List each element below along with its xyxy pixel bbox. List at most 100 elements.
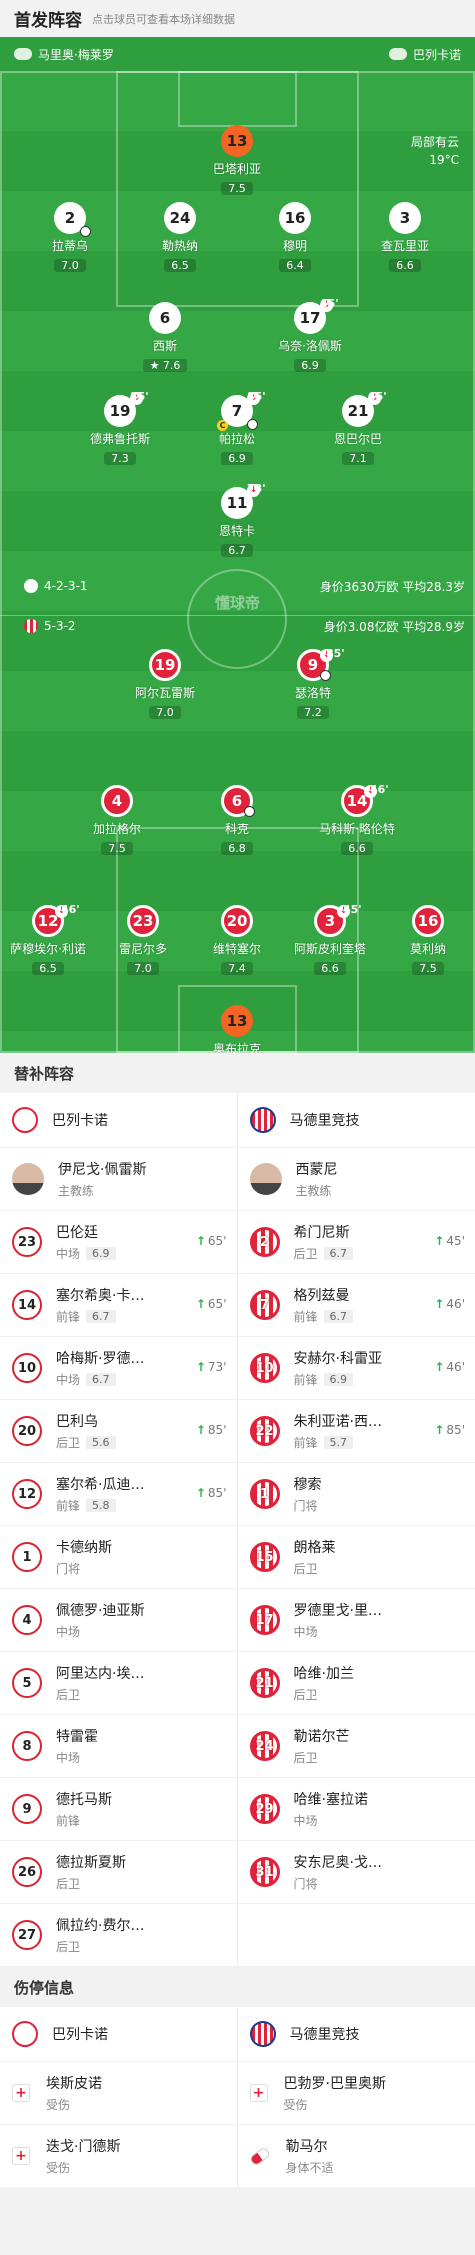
- injury-info: 埃斯皮诺 受伤: [46, 2073, 102, 2113]
- away-sub-position: 中场: [294, 1623, 382, 1640]
- away-player[interactable]: 3 ↓ 45' 阿斯皮利奎塔 6.6: [275, 903, 385, 976]
- sub-info: 佩拉约·费尔… 后卫: [56, 1915, 144, 1955]
- away-sub-row[interactable]: 7 格列兹曼 前锋 6.7 ↑ 46': [237, 1274, 475, 1337]
- home-player[interactable]: 7 ↓ 85' C 帕拉松 6.9: [182, 390, 292, 466]
- away-player[interactable]: 6 科克 6.8: [182, 785, 292, 856]
- injury-grid: 巴列卡诺 马德里竞技 + 埃斯皮诺 受伤 + 巴勃罗·巴里奥斯 受伤 + 迭戈·门德斯 受伤 勒马…: [0, 2007, 475, 2188]
- home-player[interactable]: 3 查瓦里亚 6.6: [350, 202, 460, 273]
- home-sub-row[interactable]: 5 阿里达内·埃… 后卫: [0, 1652, 238, 1715]
- home-player[interactable]: 17 ↓ 65' 乌奈·洛佩斯 6.9: [255, 297, 365, 373]
- home-sub-rating: 5.6: [86, 1436, 116, 1449]
- away-sub-row[interactable]: 1 穆索 门将: [237, 1463, 475, 1526]
- subs-home-team[interactable]: 巴列卡诺: [0, 1093, 238, 1148]
- injury-home-team[interactable]: 巴列卡诺: [0, 2007, 238, 2062]
- subs-away-team[interactable]: 马德里竞技: [237, 1093, 475, 1148]
- home-sub-number: 27: [12, 1920, 42, 1950]
- away-player-name: 奥布拉克: [212, 1042, 261, 1053]
- sub-position-text: 前锋: [293, 1436, 318, 1450]
- home-injury-status: 受伤: [46, 2098, 71, 2112]
- home-sub-row[interactable]: 20 巴利乌 后卫 5.6 ↑ 85': [0, 1400, 238, 1463]
- away-player-name: 阿斯皮利奎塔: [293, 942, 366, 956]
- home-player[interactable]: 2 拉蒂乌 7.0: [15, 202, 125, 273]
- home-injury-row[interactable]: + 埃斯皮诺 受伤: [0, 2062, 238, 2125]
- home-sub-row[interactable]: 4 佩德罗·迪亚斯 中场: [0, 1589, 238, 1652]
- away-sub-number: 1: [249, 1479, 280, 1509]
- away-coach[interactable]: 西蒙尼 主教练: [237, 1148, 475, 1211]
- away-sub-row[interactable]: 31 安东尼奥·戈… 门将: [237, 1841, 475, 1904]
- away-sub-name: 安东尼奥·戈…: [293, 1855, 382, 1871]
- home-sub-in-minute: ↑ 85': [196, 1423, 227, 1437]
- home-player[interactable]: 13 巴塔利亚 7.5: [182, 125, 292, 196]
- away-player-name: 加拉格尔: [92, 822, 141, 836]
- home-sub-row[interactable]: 12 塞尔希·瓜迪… 前锋 5.8 ↑ 85': [0, 1463, 238, 1526]
- home-injury-status: 受伤: [46, 2161, 71, 2175]
- sub-position-text: 后卫: [56, 1877, 81, 1891]
- home-player[interactable]: 19 ↓ 85' 德弗鲁托斯 7.3: [65, 390, 175, 466]
- away-sub-position: 后卫: [294, 1560, 336, 1577]
- home-sub-number: 8: [12, 1731, 42, 1761]
- sub-off-minute: 85': [326, 647, 345, 660]
- home-sub-row[interactable]: 10 哈梅斯·罗德… 中场 6.7 ↑ 73': [0, 1337, 238, 1400]
- home-player-rating: 7.5: [221, 182, 253, 195]
- away-injury-row[interactable]: + 巴勃罗·巴里奥斯 受伤: [237, 2062, 475, 2125]
- sub-position-text: 中场: [293, 1814, 318, 1828]
- sub-info: 格列兹曼 前锋 6.7: [294, 1285, 354, 1325]
- home-player[interactable]: 21 ↓ 65' 恩巴尔巴 7.1: [303, 390, 413, 466]
- home-player[interactable]: 11 ↓ 73' 恩特卡 6.7: [182, 482, 292, 558]
- lineup-header: 首发阵容 点击球员可查看本场详细数据: [0, 0, 475, 37]
- sub-position-text: 门将: [56, 1562, 81, 1576]
- away-player-rating: 7.5: [412, 962, 444, 975]
- home-sub-row[interactable]: 27 佩拉约·费尔… 后卫: [0, 1904, 238, 1967]
- away-injury-status: 受伤: [283, 2098, 308, 2112]
- injury-cross-icon: +: [249, 2084, 268, 2102]
- home-sub-row[interactable]: 14 塞尔希奥·卡… 前锋 6.7 ↑ 65': [0, 1274, 238, 1337]
- away-sub-position: 后卫: [294, 1686, 354, 1703]
- sub-info: 哈维·塞拉诺 中场: [294, 1789, 368, 1829]
- sub-position-text: 后卫: [293, 1751, 318, 1765]
- away-player[interactable]: 19 阿尔瓦雷斯 7.0: [110, 649, 220, 720]
- away-sub-row[interactable]: 29 哈维·塞拉诺 中场: [237, 1778, 475, 1841]
- home-sub-rating: 6.9: [86, 1247, 116, 1260]
- away-sub-row[interactable]: 2 希门尼斯 后卫 6.7 ↑ 45': [237, 1211, 475, 1274]
- home-injury-name: 埃斯皮诺: [46, 2076, 102, 2092]
- away-sub-row[interactable]: 17 罗德里戈·里… 中场: [237, 1589, 475, 1652]
- home-sub-position: 前锋 5.8: [56, 1497, 144, 1514]
- away-team-logo-icon: [388, 48, 407, 60]
- home-player-name: 穆明: [282, 239, 307, 253]
- away-player[interactable]: 16 莫利纳 7.5: [373, 905, 475, 976]
- home-sub-number: 10: [12, 1353, 42, 1383]
- away-injury-row[interactable]: 勒马尔 身体不适: [237, 2125, 475, 2188]
- home-sub-row[interactable]: 23 巴伦廷 中场 6.9 ↑ 65': [0, 1211, 238, 1274]
- sub-info: 德托马斯 前锋: [56, 1789, 112, 1829]
- away-sub-row[interactable]: 10 安赫尔·科雷亚 前锋 6.9 ↑ 46': [237, 1337, 475, 1400]
- home-sub-position: 前锋: [56, 1812, 112, 1829]
- away-sub-row[interactable]: 24 勒诺尔芒 后卫: [237, 1715, 475, 1778]
- sub-position-text: 中场: [56, 1247, 81, 1261]
- away-coach-name: 西蒙尼: [295, 1162, 338, 1178]
- home-sub-row[interactable]: 8 特雷霍 中场: [0, 1715, 238, 1778]
- home-sub-row[interactable]: 1 卡德纳斯 门将: [0, 1526, 238, 1589]
- home-player-number: 13: [221, 125, 253, 157]
- subs-away-team-name: 马德里竞技: [289, 1113, 360, 1129]
- home-coach[interactable]: 伊尼戈·佩雷斯 主教练: [0, 1148, 238, 1211]
- sub-position-text: 后卫: [293, 1688, 318, 1702]
- home-player[interactable]: 6 西斯 ★ 7.6: [110, 302, 220, 373]
- sub-info: 安东尼奥·戈… 门将: [294, 1852, 382, 1892]
- home-sub-row[interactable]: 9 德托马斯 前锋: [0, 1778, 238, 1841]
- away-sub-in-minute: ↑ 45': [434, 1234, 465, 1248]
- away-sub-row[interactable]: 22 朱利亚诺·西… 前锋 5.7 ↑ 85': [237, 1400, 475, 1463]
- home-injury-row[interactable]: + 迭戈·门德斯 受伤: [0, 2125, 238, 2188]
- away-sub-name: 勒诺尔芒: [293, 1729, 350, 1745]
- home-player[interactable]: 24 勒热纳 6.5: [125, 202, 235, 273]
- home-player[interactable]: 16 穆明 6.4: [240, 202, 350, 273]
- away-sub-row[interactable]: 15 朗格莱 后卫: [237, 1526, 475, 1589]
- away-player[interactable]: 9 ↓ 85' 瑟洛特 7.2: [258, 647, 368, 720]
- away-sub-row[interactable]: 21 哈维·加兰 后卫: [237, 1652, 475, 1715]
- injury-away-team[interactable]: 马德里竞技: [237, 2007, 475, 2062]
- away-sub-in-minute: ↑ 46': [434, 1297, 465, 1311]
- away-player[interactable]: 14 ↓ 46' 马科斯·略伦特 6.6: [302, 783, 412, 856]
- away-player[interactable]: 13奥布拉克6.8: [182, 1005, 292, 1053]
- injury-info: 巴勃罗·巴里奥斯 受伤: [284, 2073, 386, 2113]
- home-sub-row[interactable]: 26 德拉斯夏斯 后卫: [0, 1841, 238, 1904]
- away-player[interactable]: 4 加拉格尔 7.5: [62, 785, 172, 856]
